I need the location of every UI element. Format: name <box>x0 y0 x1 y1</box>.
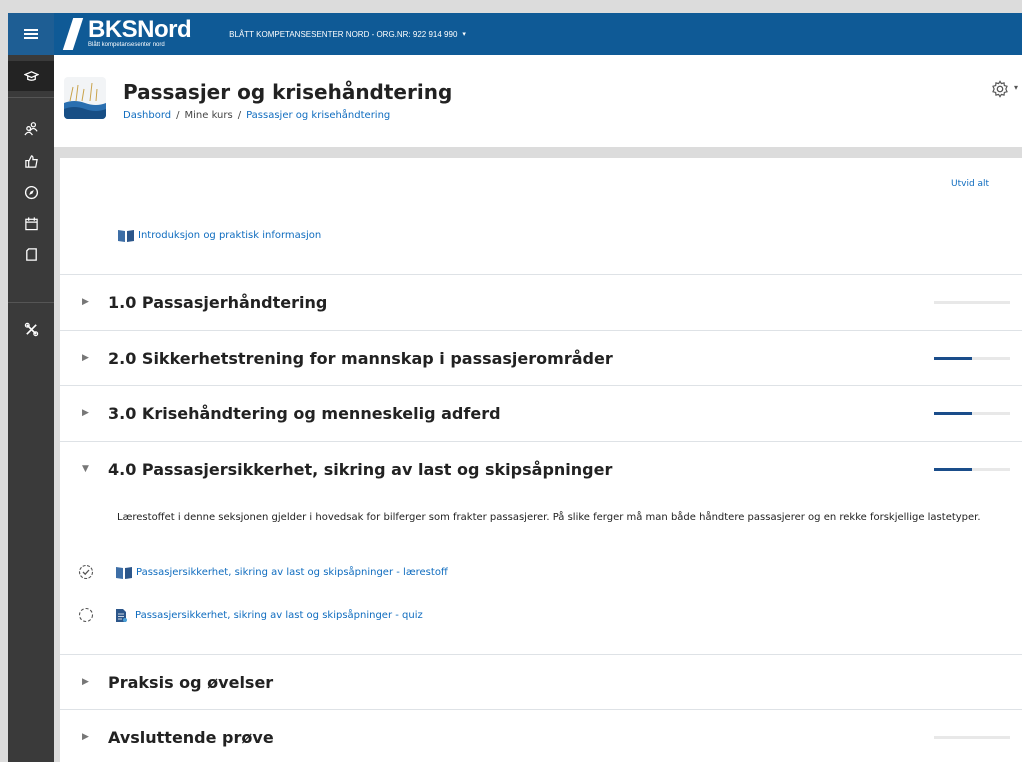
files-icon[interactable] <box>8 239 54 269</box>
chevron-right-icon[interactable]: ▶ <box>82 353 89 363</box>
logo-slash-mark <box>62 18 84 50</box>
page-title: Passasjer og krisehåndtering <box>123 80 453 104</box>
chevron-down-icon: ▾ <box>462 31 466 38</box>
section-header[interactable]: ▶ Avsluttende prøve <box>60 710 1022 762</box>
activity-label[interactable]: Passasjersikkerhet, sikring av last og s… <box>135 610 423 621</box>
intro-activity-link[interactable]: Introduksjon og praktisk informasjon <box>118 229 321 242</box>
course-content: Utvid alt Introduksjon og praktisk infor… <box>60 158 1022 762</box>
section-title[interactable]: 1.0 Passasjerhåndtering <box>108 293 327 312</box>
chevron-right-icon[interactable]: ▶ <box>82 732 89 742</box>
course-icon[interactable] <box>8 61 54 91</box>
section-title[interactable]: 4.0 Passasjersikkerhet, sikring av last … <box>108 460 612 479</box>
book-icon <box>116 566 132 579</box>
activity-item[interactable]: Passasjersikkerhet, sikring av last og s… <box>78 564 448 580</box>
section-title[interactable]: Praksis og øvelser <box>108 673 273 692</box>
breadcrumb-current-course[interactable]: Passasjer og krisehåndtering <box>246 110 390 121</box>
completion-pending-icon[interactable] <box>78 607 94 623</box>
site-logo[interactable]: BKSNord Blått kompetansesenter nord <box>62 16 192 50</box>
competencies-icon[interactable] <box>8 177 54 207</box>
chevron-right-icon[interactable]: ▶ <box>82 408 89 418</box>
course-section: ▶ Praksis og øvelser <box>60 654 1022 709</box>
chevron-down-icon[interactable]: ▾ <box>1014 83 1018 92</box>
section-header[interactable]: ▶ Praksis og øvelser <box>60 655 1022 709</box>
section-title[interactable]: 3.0 Krisehåndtering og menneskelig adfer… <box>108 404 501 423</box>
section-progress-bar <box>934 356 1010 360</box>
tools-icon[interactable] <box>8 314 54 344</box>
intro-link-label: Introduksjon og praktisk informasjon <box>138 230 322 241</box>
completion-done-icon[interactable] <box>78 564 94 580</box>
breadcrumb-separator: / <box>176 110 180 121</box>
progress-fill <box>934 467 972 471</box>
participants-icon[interactable] <box>8 113 54 143</box>
section-progress-bar <box>934 300 1010 304</box>
badges-icon[interactable] <box>8 146 54 176</box>
breadcrumb-separator: / <box>237 110 242 121</box>
logo-sub-text: Blått kompetansesenter nord <box>88 42 165 48</box>
section-header[interactable]: ▶ 2.0 Sikkerhetstrening for mannskap i p… <box>60 331 1022 385</box>
course-section: ▶ Avsluttende prøve <box>60 709 1022 762</box>
course-section: ▶ 1.0 Passasjerhåndtering <box>60 274 1022 329</box>
org-selector[interactable]: BLÅTT KOMPETANSESENTER NORD - ORG.NR: 92… <box>229 30 466 39</box>
org-label: BLÅTT KOMPETANSESENTER NORD - ORG.NR: 92… <box>229 29 458 39</box>
section-progress-bar <box>934 735 1010 739</box>
course-section-expanded: ▼ 4.0 Passasjersikkerhet, sikring av las… <box>60 441 1022 654</box>
menu-icon[interactable] <box>8 13 54 55</box>
course-section: ▶ 3.0 Krisehåndtering og menneskelig adf… <box>60 385 1022 440</box>
breadcrumb-dashboard[interactable]: Dashbord <box>123 110 171 121</box>
section-title[interactable]: Avsluttende prøve <box>108 728 274 747</box>
chevron-down-icon[interactable]: ▼ <box>82 464 89 474</box>
book-icon <box>118 230 134 242</box>
section-header[interactable]: ▼ 4.0 Passasjersikkerhet, sikring av las… <box>60 442 1022 496</box>
gear-icon[interactable] <box>991 80 1009 98</box>
section-title[interactable]: 2.0 Sikkerhetstrening for mannskap i pas… <box>108 349 613 368</box>
page-header: Passasjer og krisehåndtering Dashbord / … <box>54 55 1022 147</box>
section-summary: Lærestoffet i denne seksjonen gjelder i … <box>117 512 981 523</box>
section-header[interactable]: ▶ 1.0 Passasjerhåndtering <box>60 275 1022 329</box>
quiz-icon <box>116 608 127 622</box>
logo-main-text: BKSNord <box>88 16 192 43</box>
activity-item[interactable]: Passasjersikkerhet, sikring av last og s… <box>78 607 423 623</box>
progress-fill <box>934 356 972 360</box>
left-sidebar <box>8 55 54 762</box>
course-image <box>64 77 106 119</box>
chevron-right-icon[interactable]: ▶ <box>82 677 89 687</box>
activity-label[interactable]: Passasjersikkerhet, sikring av last og s… <box>136 567 448 578</box>
course-section: ▶ 2.0 Sikkerhetstrening for mannskap i p… <box>60 330 1022 385</box>
progress-fill <box>934 411 972 415</box>
expand-all-link[interactable]: Utvid alt <box>951 179 989 189</box>
breadcrumb-my-courses[interactable]: Mine kurs <box>185 110 233 121</box>
chevron-right-icon[interactable]: ▶ <box>82 297 89 307</box>
top-navbar: BKSNord Blått kompetansesenter nord BLÅT… <box>8 13 1022 55</box>
section-progress-bar <box>934 411 1010 415</box>
calendar-icon[interactable] <box>8 208 54 238</box>
section-header[interactable]: ▶ 3.0 Krisehåndtering og menneskelig adf… <box>60 386 1022 440</box>
breadcrumb: Dashbord / Mine kurs / Passasjer og kris… <box>123 110 390 121</box>
section-progress-bar <box>934 467 1010 471</box>
